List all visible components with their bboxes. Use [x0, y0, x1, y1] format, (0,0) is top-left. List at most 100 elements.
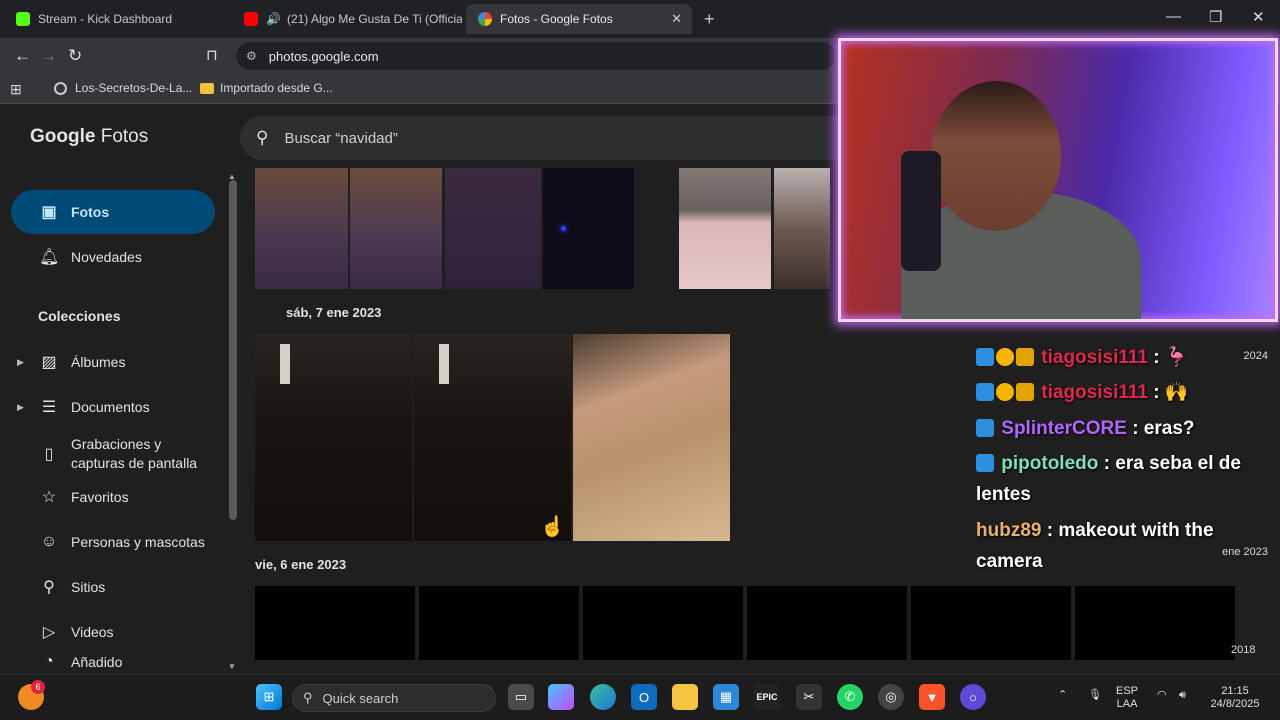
- chat-text: : 🦩: [1153, 347, 1189, 368]
- site-settings-icon[interactable]: ⚙: [246, 49, 257, 63]
- taskbar-search-placeholder: Quick search: [322, 690, 399, 706]
- forward-icon[interactable]: →: [40, 46, 57, 66]
- photo-thumbnail[interactable]: [583, 586, 743, 660]
- sidebar-item-videos[interactable]: ▷ Videos: [11, 610, 215, 654]
- sidebar-item-sitios[interactable]: ⚲ Sitios: [11, 565, 215, 609]
- badge-icon: [996, 348, 1014, 366]
- crown-icon: [1016, 348, 1034, 366]
- tab-kick-dashboard[interactable]: Stream - Kick Dashboard: [8, 4, 236, 34]
- bookmark-folder[interactable]: Importado desde G...: [200, 81, 333, 95]
- clock-time: 21:15: [1221, 685, 1249, 697]
- file-explorer-icon[interactable]: [672, 684, 698, 710]
- photo-thumbnail[interactable]: [419, 586, 579, 660]
- outlook-icon[interactable]: O: [631, 684, 657, 710]
- globe-icon: [54, 81, 67, 95]
- chat-user: tiagosisi111: [1041, 382, 1148, 403]
- badge-icon: [996, 383, 1014, 401]
- expand-icon[interactable]: ▶: [17, 402, 24, 413]
- sidebar-item-label: Añadido: [71, 653, 123, 670]
- store-icon[interactable]: ▦: [713, 684, 739, 710]
- photo-thumbnail[interactable]: [774, 168, 830, 289]
- sidebar-item-novedades[interactable]: 🔔︎ Novedades: [11, 235, 215, 279]
- sidebar-item-favoritos[interactable]: ☆ Favoritos: [11, 475, 215, 519]
- obs-icon[interactable]: ◎: [878, 684, 904, 710]
- face-icon: ☺: [40, 533, 58, 550]
- chat-message: tiagosisi111 : 🦩: [976, 342, 1261, 373]
- clock[interactable]: 21:15 24/8/2025: [1204, 685, 1266, 711]
- chevron-up-icon[interactable]: ⌃: [1058, 689, 1067, 702]
- photo-thumbnail[interactable]: [255, 334, 412, 541]
- language-indicator[interactable]: ESP LAA: [1116, 685, 1138, 711]
- badge-icon: [976, 419, 994, 437]
- expand-icon[interactable]: ▶: [17, 357, 24, 368]
- brave-icon[interactable]: ▼: [919, 684, 945, 710]
- reload-icon[interactable]: ↻: [68, 46, 82, 66]
- epic-games-icon[interactable]: EPIC: [754, 684, 780, 710]
- whatsapp-icon[interactable]: ✆: [837, 684, 863, 710]
- windows-taskbar: 6 ⊞ ⚲ Quick search ▭ O ▦ EPIC ✂ ✆ ◎ ▼ ○ …: [0, 674, 1280, 720]
- capcut-icon[interactable]: ✂: [796, 684, 822, 710]
- photo-thumbnail[interactable]: [573, 334, 730, 541]
- close-tab-icon[interactable]: ✕: [671, 11, 682, 27]
- sidebar-item-fotos[interactable]: ▣ Fotos: [11, 190, 215, 234]
- tab-google-fotos[interactable]: Fotos - Google Fotos ✕: [466, 4, 692, 34]
- start-icon[interactable]: ⊞: [256, 684, 282, 710]
- sidebar-item-label: Favoritos: [71, 488, 129, 505]
- photo-thumbnail[interactable]: [255, 168, 348, 289]
- photo-thumbnail[interactable]: [911, 586, 1071, 660]
- sidebar-item-grabaciones[interactable]: ▯ Grabaciones y capturas de pantalla: [11, 432, 215, 476]
- year-scrubber-label[interactable]: 2018: [1231, 644, 1255, 656]
- album-icon: ▨: [41, 354, 57, 371]
- sidebar-item-albumes[interactable]: ▶ ▨ Álbumes: [11, 340, 215, 384]
- edge-icon[interactable]: [590, 684, 616, 710]
- close-window-icon[interactable]: ✕: [1252, 8, 1265, 26]
- bookmark-item[interactable]: Los-Secretos-De-La...: [54, 81, 192, 95]
- apps-grid-icon[interactable]: ⊞: [10, 81, 22, 98]
- sidebar-item-documentos[interactable]: ▶ ☰ Documentos: [11, 385, 215, 429]
- wifi-icon[interactable]: ◠: [1157, 689, 1167, 702]
- photo-thumbnail[interactable]: [445, 168, 541, 289]
- photo-icon: ▣: [41, 204, 57, 221]
- cortana-icon[interactable]: ○: [960, 684, 986, 710]
- tab-label: Stream - Kick Dashboard: [38, 12, 173, 26]
- tab-youtube[interactable]: 🔊 (21) Algo Me Gusta De Ti (Official: [236, 4, 462, 34]
- sidebar-item-label: Fotos: [71, 203, 110, 220]
- restore-icon[interactable]: ❐: [1209, 8, 1222, 26]
- photo-thumbnail[interactable]: [679, 168, 771, 289]
- logo-fotos: Fotos: [100, 126, 149, 147]
- bookmark-label: Importado desde G...: [220, 81, 333, 95]
- light-dot: [561, 226, 566, 231]
- sidebar-item-label: Novedades: [71, 248, 142, 265]
- bookmark-icon[interactable]: ⊓: [206, 46, 218, 64]
- address-bar[interactable]: ⚙ photos.google.com: [236, 42, 836, 70]
- badge-icon: [976, 454, 994, 472]
- volume-icon[interactable]: 🔊︎: [1179, 689, 1186, 702]
- bell-icon: 🔔︎: [39, 249, 60, 266]
- hand-cursor-icon: ☝: [540, 516, 565, 538]
- search-box[interactable]: ⚲ Buscar “navidad”: [240, 116, 860, 160]
- sidebar-item-personas[interactable]: ☺ Personas y mascotas: [11, 520, 215, 564]
- photo-thumbnail[interactable]: [255, 586, 415, 660]
- copilot-icon[interactable]: [548, 684, 574, 710]
- taskbar-search[interactable]: ⚲ Quick search: [292, 684, 496, 712]
- new-tab-button[interactable]: +: [704, 4, 724, 34]
- scroll-down-icon[interactable]: ▼: [228, 662, 236, 671]
- microphone-icon[interactable]: 🎙︎: [1088, 689, 1102, 702]
- scrollbar-thumb[interactable]: [229, 180, 237, 520]
- photo-thumbnail[interactable]: [543, 168, 634, 289]
- task-view-icon[interactable]: ▭: [508, 684, 534, 710]
- photo-thumbnail[interactable]: [414, 334, 571, 541]
- minimize-icon[interactable]: —: [1166, 8, 1181, 25]
- widgets-icon[interactable]: 6: [18, 680, 45, 710]
- sidebar-item-label: Personas y mascotas: [71, 533, 205, 550]
- photo-thumbnail[interactable]: [747, 586, 907, 660]
- back-icon[interactable]: ←: [14, 46, 31, 66]
- photo-thumbnail[interactable]: [1075, 586, 1235, 660]
- year-scrubber-label: ene 2023: [1222, 546, 1268, 558]
- sidebar-item-anadido[interactable]: ◔ Añadido: [11, 650, 215, 674]
- search-placeholder: Buscar “navidad”: [284, 129, 398, 147]
- keyboard-layout: LAA: [1116, 698, 1138, 710]
- speaker-icon: 🔊: [266, 12, 281, 26]
- photo-thumbnail[interactable]: [350, 168, 442, 289]
- google-photos-logo[interactable]: Google Fotos: [30, 126, 148, 148]
